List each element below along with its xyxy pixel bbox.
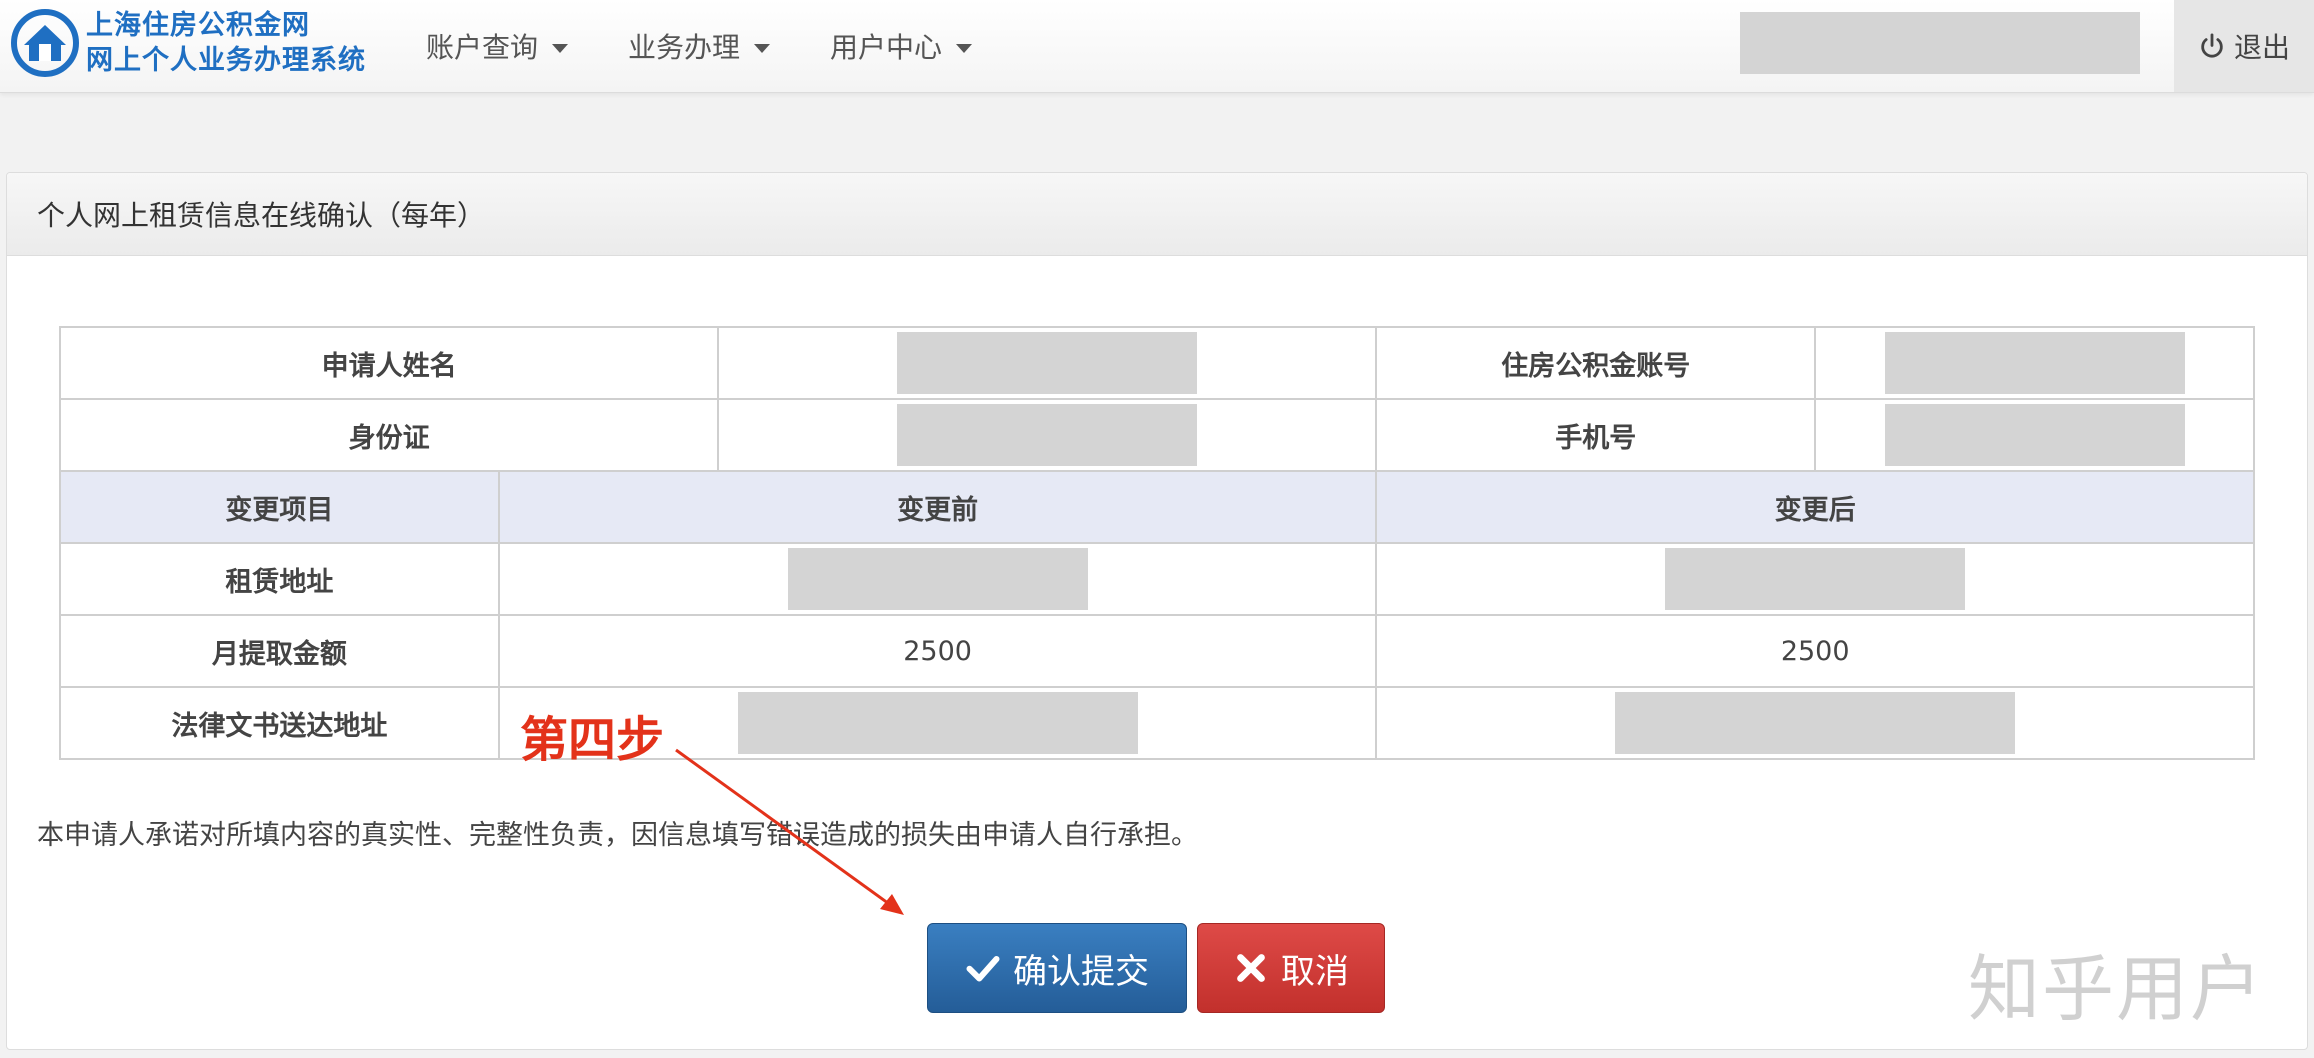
caret-down-icon bbox=[956, 43, 973, 53]
table-row: 申请人姓名 住房公积金账号 bbox=[58, 326, 2255, 400]
table-row: 法律文书送达地址 bbox=[59, 686, 2255, 760]
logout-label: 退出 bbox=[2233, 31, 2290, 64]
caret-down-icon bbox=[754, 43, 771, 53]
redacted-block bbox=[1665, 548, 1966, 610]
redacted-block bbox=[897, 404, 1198, 466]
nav-user-center-label: 用户中心 bbox=[830, 31, 943, 64]
fund-account-label: 住房公积金账号 bbox=[1375, 326, 1817, 400]
panel-heading: 个人网上租赁信息在线确认（每年） bbox=[7, 173, 2307, 256]
rental-address-before bbox=[497, 542, 1378, 616]
monthly-withdraw-after: 2500 bbox=[1375, 614, 2255, 688]
applicant-name-label: 申请人姓名 bbox=[58, 326, 720, 400]
logo-title-line2: 网上个人业务办理系统 bbox=[86, 45, 366, 76]
redacted-block bbox=[897, 332, 1198, 394]
cancel-button[interactable]: 取消 bbox=[1197, 923, 1385, 1013]
applicant-name-value bbox=[717, 326, 1378, 400]
rental-address-after bbox=[1375, 542, 2255, 616]
watermark: 知乎用户 bbox=[1968, 947, 2265, 1031]
nav-user-center[interactable]: 用户中心 bbox=[830, 0, 973, 92]
close-icon bbox=[1237, 954, 1265, 982]
step-annotation: 第四步 bbox=[520, 712, 665, 768]
main-nav: 账户查询 业务办理 用户中心 bbox=[426, 0, 1032, 92]
power-icon bbox=[2201, 33, 2223, 58]
nav-account-query[interactable]: 账户查询 bbox=[426, 0, 569, 92]
col-after-header: 变更后 bbox=[1375, 470, 2255, 544]
id-card-value bbox=[717, 398, 1378, 472]
house-logo-icon bbox=[11, 9, 79, 77]
rental-address-label: 租赁地址 bbox=[59, 542, 500, 616]
phone-label: 手机号 bbox=[1375, 398, 1817, 472]
table-row: 月提取金额 2500 2500 bbox=[59, 614, 2255, 688]
monthly-withdraw-before: 2500 bbox=[497, 614, 1378, 688]
commitment-notice: 本申请人承诺对所填内容的真实性、完整性负责，因信息填写错误造成的损失由申请人自行… bbox=[37, 820, 1198, 851]
rental-confirm-panel: 个人网上租赁信息在线确认（每年） 申请人姓名 住房公积金账号 身份证 手机号 变… bbox=[6, 172, 2308, 1050]
panel-title: 个人网上租赁信息在线确认（每年） bbox=[37, 199, 486, 232]
fund-account-value bbox=[1814, 326, 2255, 400]
nav-business-label: 业务办理 bbox=[628, 31, 741, 64]
rental-info-table: 申请人姓名 住房公积金账号 身份证 手机号 变更项目 变更前 变更后 租赁地址 … bbox=[58, 326, 2255, 760]
check-icon bbox=[966, 956, 1000, 982]
legal-address-label: 法律文书送达地址 bbox=[59, 686, 500, 760]
redacted-block bbox=[1884, 332, 2185, 394]
col-item-header: 变更项目 bbox=[59, 470, 500, 544]
top-navbar: 上海住房公积金网 网上个人业务办理系统 账户查询 业务办理 用户中心 退出 bbox=[0, 0, 2314, 93]
redacted-block bbox=[1884, 404, 2185, 466]
nav-business[interactable]: 业务办理 bbox=[628, 0, 771, 92]
redacted-block bbox=[787, 548, 1088, 610]
change-header-row: 变更项目 变更前 变更后 bbox=[59, 470, 2255, 544]
user-info-redacted bbox=[1740, 12, 2140, 74]
legal-address-after bbox=[1375, 686, 2255, 760]
logout-button[interactable]: 退出 bbox=[2174, 0, 2314, 92]
redacted-block bbox=[1615, 692, 2016, 754]
caret-down-icon bbox=[552, 43, 569, 53]
table-row: 身份证 手机号 bbox=[58, 398, 2255, 472]
logo-title-line1: 上海住房公积金网 bbox=[86, 10, 310, 41]
phone-value bbox=[1814, 398, 2255, 472]
cancel-label: 取消 bbox=[1281, 951, 1349, 992]
id-card-label: 身份证 bbox=[58, 398, 720, 472]
col-before-header: 变更前 bbox=[497, 470, 1378, 544]
site-logo-text[interactable]: 上海住房公积金网 网上个人业务办理系统 bbox=[86, 8, 366, 78]
redacted-block bbox=[737, 692, 1138, 754]
monthly-withdraw-label: 月提取金额 bbox=[59, 614, 500, 688]
confirm-submit-button[interactable]: 确认提交 bbox=[927, 923, 1187, 1013]
table-row: 租赁地址 bbox=[59, 542, 2255, 616]
nav-account-query-label: 账户查询 bbox=[426, 31, 539, 64]
confirm-submit-label: 确认提交 bbox=[1013, 951, 1149, 992]
